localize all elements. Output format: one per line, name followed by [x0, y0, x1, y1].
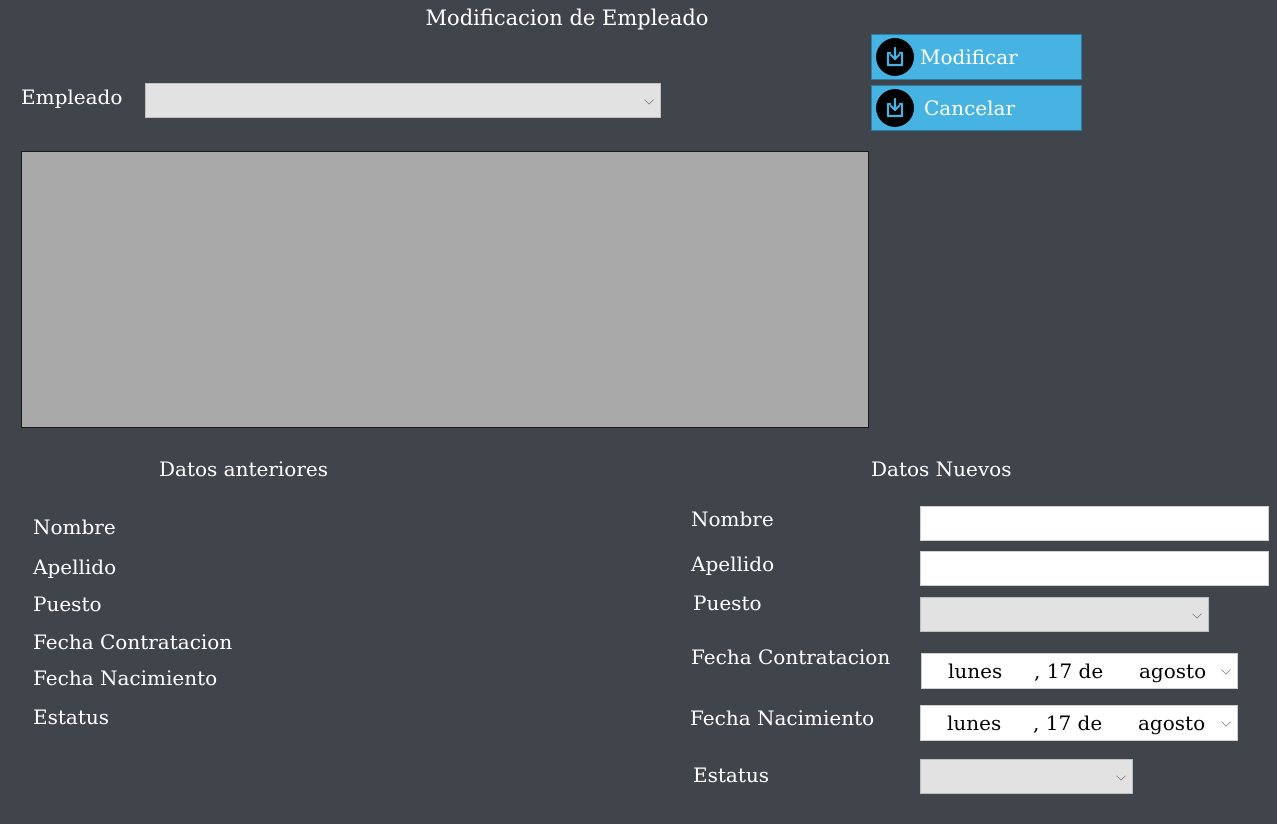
cancel-button[interactable]: Cancelar — [871, 85, 1082, 131]
chevron-down-icon: ⌵ — [1221, 715, 1231, 731]
new-estatus-label: Estatus — [693, 763, 770, 787]
fecha-nacimiento-weekday: lunes — [947, 711, 1002, 735]
nombre-input[interactable] — [920, 506, 1269, 541]
employee-data-grid[interactable] — [21, 151, 869, 428]
save-icon — [876, 89, 914, 127]
fecha-nacimiento-picker[interactable]: lunes , 17 de agosto ⌵ — [920, 705, 1238, 741]
new-puesto-label: Puesto — [693, 591, 762, 615]
estatus-select[interactable]: ⌵ — [920, 759, 1133, 794]
fecha-nacimiento-month: agosto — [1138, 711, 1206, 735]
cancel-button-label: Cancelar — [924, 96, 1016, 120]
old-puesto-label: Puesto — [33, 592, 102, 616]
fecha-contratacion-month: agosto — [1139, 659, 1207, 683]
employee-label: Empleado — [21, 85, 123, 109]
chevron-down-icon: ⌵ — [1116, 769, 1126, 784]
chevron-down-icon: ⌵ — [1221, 663, 1231, 679]
new-fecha-nacimiento-label: Fecha Nacimiento — [690, 706, 875, 730]
old-fecha-contratacion-label: Fecha Contratacion — [33, 630, 233, 654]
old-data-header: Datos anteriores — [159, 457, 328, 481]
fecha-contratacion-picker[interactable]: lunes , 17 de agosto ⌵ — [921, 653, 1238, 689]
new-fecha-contratacion-label: Fecha Contratacion — [691, 645, 891, 669]
page-title: Modificacion de Empleado — [425, 6, 709, 30]
fecha-nacimiento-day: , 17 de — [1033, 711, 1103, 735]
fecha-contratacion-day: , 17 de — [1034, 659, 1104, 683]
fecha-contratacion-weekday: lunes — [948, 659, 1003, 683]
new-apellido-label: Apellido — [691, 552, 775, 576]
old-nombre-label: Nombre — [33, 515, 116, 539]
puesto-select[interactable]: ⌵ — [920, 597, 1209, 632]
old-apellido-label: Apellido — [33, 555, 117, 579]
modify-button-label: Modificar — [920, 45, 1018, 69]
chevron-down-icon: ⌵ — [644, 93, 654, 108]
new-nombre-label: Nombre — [691, 507, 774, 531]
old-estatus-label: Estatus — [33, 705, 110, 729]
employee-select[interactable]: ⌵ — [145, 83, 661, 118]
save-icon — [876, 38, 914, 76]
modify-button[interactable]: Modificar — [871, 34, 1082, 80]
apellido-input[interactable] — [920, 551, 1269, 586]
new-data-header: Datos Nuevos — [871, 457, 1012, 481]
chevron-down-icon: ⌵ — [1192, 607, 1202, 622]
old-fecha-nacimiento-label: Fecha Nacimiento — [33, 666, 218, 690]
